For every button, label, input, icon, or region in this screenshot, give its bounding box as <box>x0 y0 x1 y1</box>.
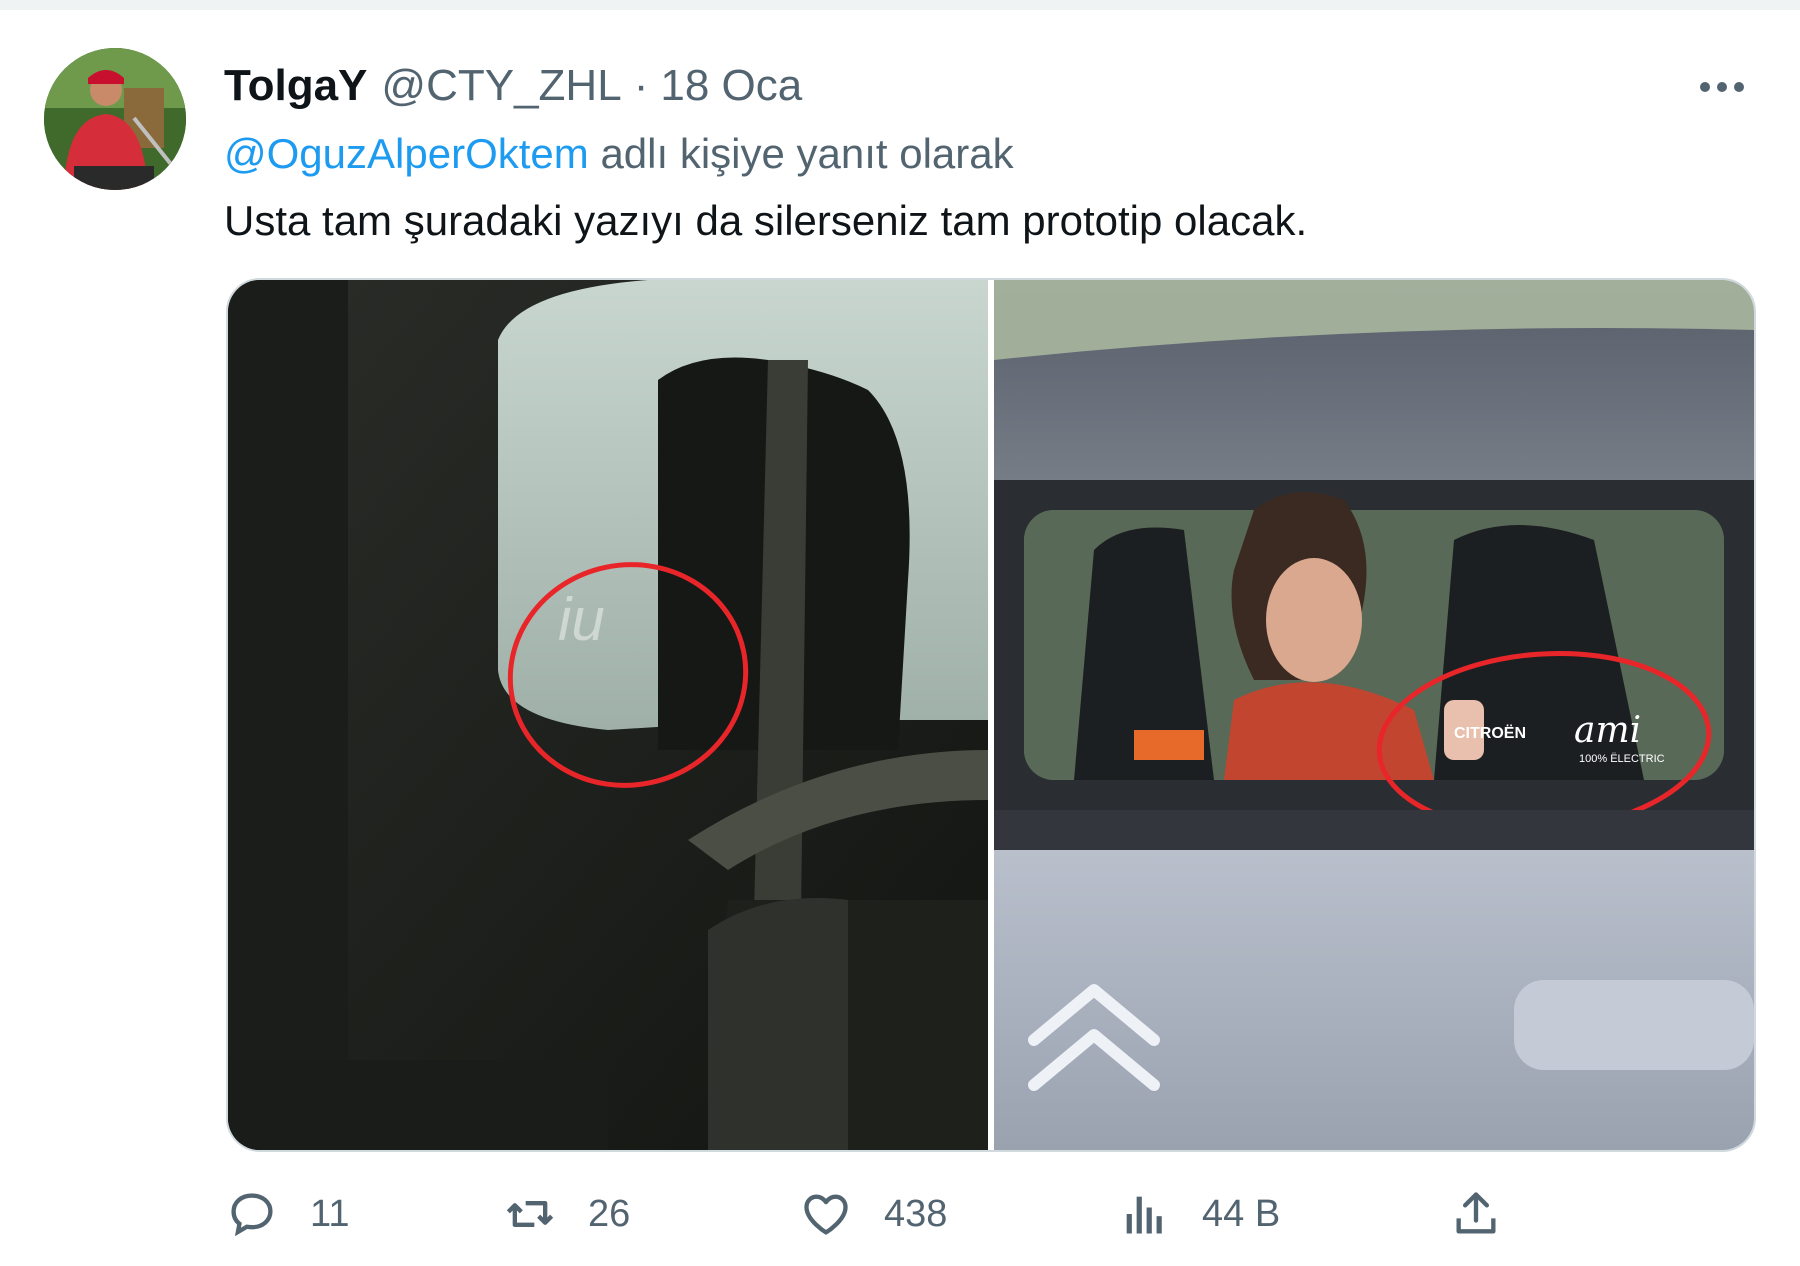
views-button[interactable]: 44 B <box>1118 1172 1280 1256</box>
avatar[interactable] <box>44 48 186 190</box>
user-handle[interactable]: @CTY_ZHL <box>381 56 621 116</box>
top-divider <box>0 0 1800 10</box>
display-name[interactable]: TolgaY <box>224 56 367 116</box>
heart-icon <box>804 1194 848 1235</box>
reply-count: 11 <box>310 1192 350 1235</box>
media-image-right[interactable]: CITROËN ami 100% ËLECTRIC <box>994 280 1754 1150</box>
like-count: 438 <box>884 1192 948 1235</box>
reply-button[interactable]: 11 <box>226 1172 349 1256</box>
media-grid[interactable]: iu CITROËN ami 100% ËLECTRIC <box>226 278 1756 1152</box>
media-image-left[interactable]: iu <box>228 280 988 1150</box>
tweet-text: Usta tam şuradaki yazıyı da silerseniz t… <box>224 197 1308 244</box>
badge-subtitle: 100% ËLECTRIC <box>1579 753 1665 765</box>
tweet-actions: 11 26 438 44 B <box>0 1172 1800 1256</box>
badge-brand: CITROËN <box>1454 724 1526 742</box>
like-button[interactable]: 438 <box>800 1172 947 1256</box>
separator-dot: · <box>633 61 649 110</box>
tweet-header: TolgaY @CTY_ZHL · 18 Oca <box>224 56 802 116</box>
views-count: 44 B <box>1202 1192 1281 1235</box>
reply-mention-link[interactable]: @OguzAlperOktem <box>224 130 589 177</box>
reply-suffix: adlı kişiye yanıt olarak <box>600 130 1014 177</box>
tweet-date[interactable]: 18 Oca <box>660 56 802 116</box>
views-icon <box>1126 1196 1162 1234</box>
retweet-button[interactable]: 26 <box>504 1172 630 1256</box>
avatar-photo <box>44 48 186 190</box>
badge-model: ami <box>1574 710 1641 751</box>
share-button[interactable] <box>1450 1172 1502 1256</box>
tweet[interactable]: TolgaY @CTY_ZHL · 18 Oca @OguzAlperOktem… <box>0 10 1800 1266</box>
reply-icon <box>231 1193 273 1237</box>
more-icon <box>1700 82 1744 92</box>
car-photo: CITROËN ami 100% ËLECTRIC <box>994 280 1754 1150</box>
retweet-count: 26 <box>588 1192 631 1235</box>
svg-text:iu: iu <box>558 586 605 653</box>
mirror-photo: iu <box>228 280 988 1150</box>
retweet-icon <box>506 1201 554 1227</box>
reply-context: @OguzAlperOktem adlı kişiye yanıt olarak <box>224 124 1014 184</box>
more-button[interactable] <box>1690 60 1754 114</box>
share-icon <box>1456 1192 1496 1234</box>
